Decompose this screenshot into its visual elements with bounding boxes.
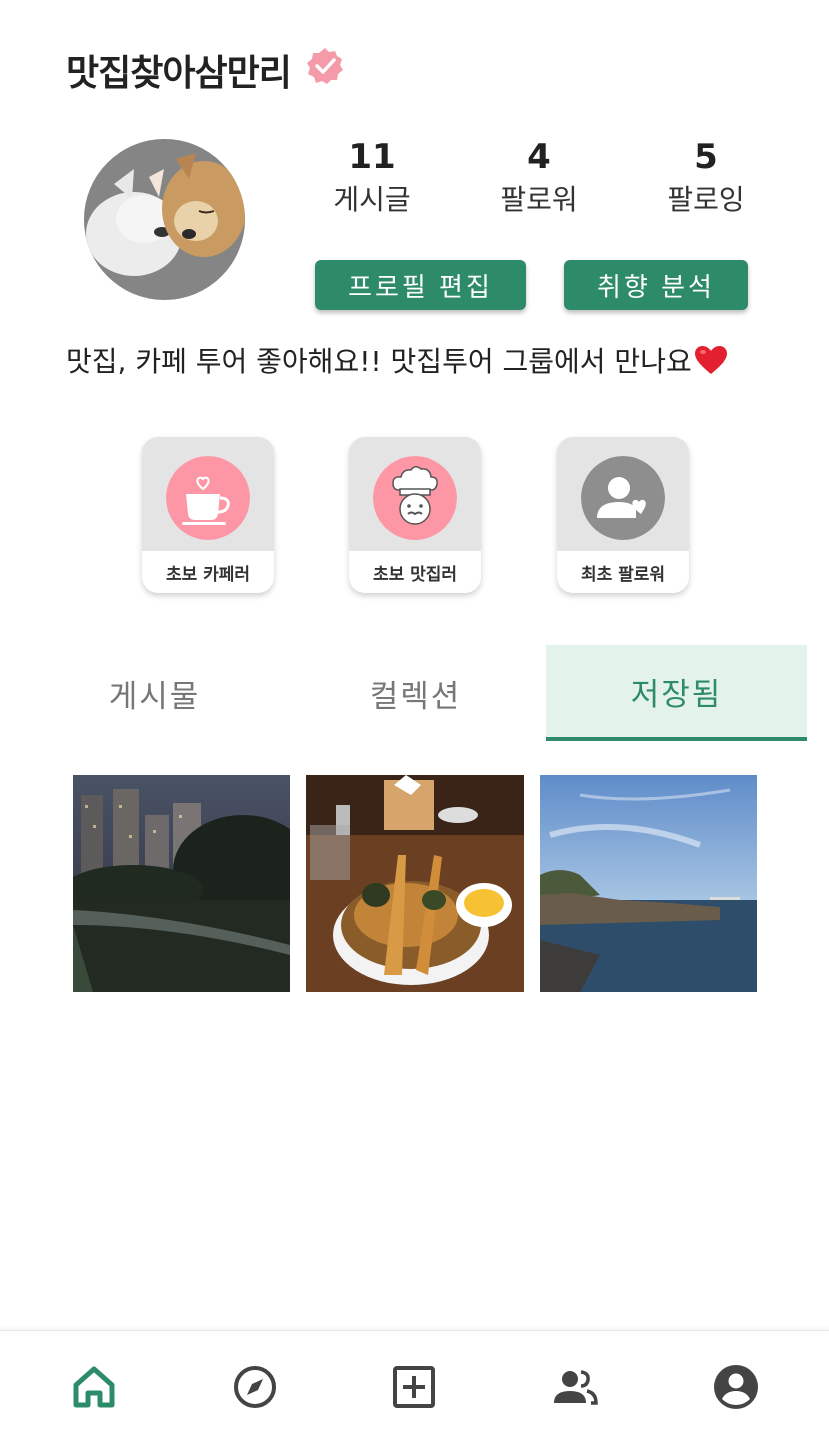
profile-username: 맛집찾아삼만리 bbox=[66, 53, 292, 94]
tempura-bowl-image bbox=[306, 775, 524, 992]
tab-saved[interactable]: 저장됨 bbox=[546, 645, 807, 741]
badge-label: 초보 맛집러 bbox=[349, 551, 481, 593]
edit-profile-button[interactable]: 프로필 편집 bbox=[315, 260, 526, 310]
verified-badge-icon bbox=[307, 48, 343, 84]
bottom-navigation bbox=[0, 1330, 829, 1440]
stat-following-value: 5 bbox=[694, 137, 718, 177]
seaside-rocks-image bbox=[540, 775, 757, 992]
profile-avatar[interactable] bbox=[84, 139, 245, 300]
badge-beginner-cafe[interactable]: 초보 카페러 bbox=[142, 437, 274, 593]
saved-post-thumbnail[interactable] bbox=[73, 775, 290, 992]
chef-icon bbox=[373, 456, 457, 540]
tab-collections[interactable]: 컬렉션 bbox=[285, 645, 546, 741]
stat-following[interactable]: 5 팔로잉 bbox=[646, 136, 766, 220]
person-heart-icon bbox=[581, 456, 665, 540]
compass-icon[interactable] bbox=[231, 1363, 279, 1411]
add-box-icon[interactable] bbox=[390, 1363, 438, 1411]
badge-first-follower[interactable]: 최초 팔로워 bbox=[557, 437, 689, 593]
stat-followers-label: 팔로워 bbox=[500, 183, 578, 216]
avatar-dogs-image bbox=[84, 139, 245, 300]
stat-following-label: 팔로잉 bbox=[667, 183, 745, 216]
saved-post-thumbnail[interactable] bbox=[306, 775, 524, 992]
heart-icon bbox=[694, 346, 727, 374]
profile-bio: 맛집, 카페 투어 좋아해요!! 맛집투어 그룹에서 만나요 bbox=[66, 340, 728, 380]
bio-text: 맛집, 카페 투어 좋아해요!! 맛집투어 그룹에서 만나요 bbox=[66, 345, 692, 378]
night-city-park-image bbox=[73, 775, 290, 992]
badge-beginner-foodie[interactable]: 초보 맛집러 bbox=[349, 437, 481, 593]
tab-posts[interactable]: 게시물 bbox=[24, 645, 285, 741]
taste-analysis-button[interactable]: 취향 분석 bbox=[564, 260, 748, 310]
account-icon[interactable] bbox=[712, 1363, 760, 1411]
home-icon[interactable] bbox=[70, 1363, 118, 1411]
stat-followers-value: 4 bbox=[527, 137, 551, 177]
stat-followers[interactable]: 4 팔로워 bbox=[479, 136, 599, 220]
group-icon[interactable] bbox=[551, 1363, 599, 1411]
coffee-cup-icon bbox=[166, 456, 250, 540]
stat-posts-label: 게시글 bbox=[333, 183, 411, 216]
stat-posts[interactable]: 11 게시글 bbox=[312, 136, 432, 220]
stat-posts-value: 11 bbox=[348, 137, 396, 177]
saved-post-thumbnail[interactable] bbox=[540, 775, 757, 992]
badge-label: 초보 카페러 bbox=[142, 551, 274, 593]
badge-label: 최초 팔로워 bbox=[557, 551, 689, 593]
